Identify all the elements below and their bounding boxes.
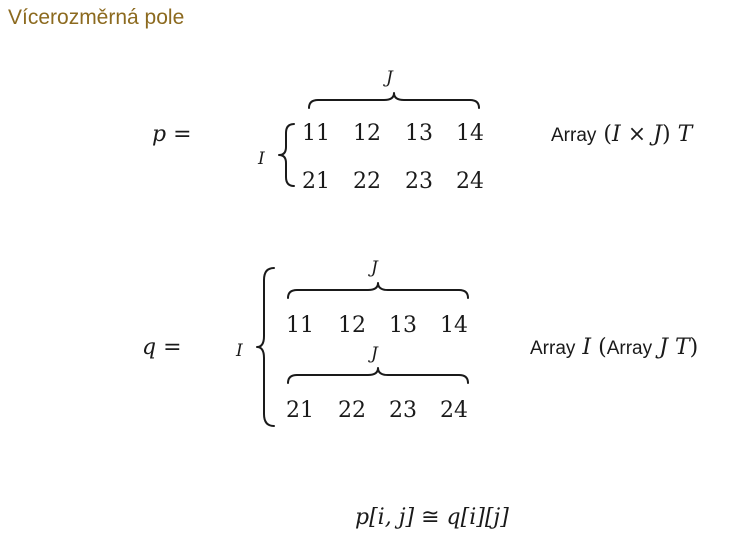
q-column-brace-2: [287, 367, 469, 384]
equivalence-left: p[i, j]: [355, 505, 415, 530]
q-row-brace: [256, 267, 275, 427]
p-row-label: I: [258, 149, 265, 169]
equivalence-right: q[i][j]: [446, 505, 509, 530]
q-type-annotation: Array I (Array J T): [530, 335, 699, 360]
q-cell: 23: [389, 398, 417, 423]
q-row-label: I: [236, 341, 243, 361]
q-cell: 24: [440, 398, 468, 423]
q-cell: 13: [389, 313, 417, 338]
q-cell: 12: [338, 313, 366, 338]
slide-title: Vícerozměrná pole: [8, 6, 185, 29]
p-row-brace: [278, 123, 295, 187]
q-cell: 14: [440, 313, 468, 338]
p-cell: 14: [456, 121, 484, 146]
q-lhs: q =: [142, 335, 182, 360]
q-column-brace-1: [287, 282, 469, 299]
p-cell: 23: [405, 169, 433, 194]
q-cell: 21: [286, 398, 314, 423]
equivalence-formula: p[i, j] ≅ q[i][j]: [355, 507, 509, 529]
q-column-label-2: J: [371, 344, 378, 364]
p-lhs: p =: [152, 122, 192, 147]
p-type-annotation: Array (I × J) T: [551, 122, 693, 147]
p-cell: 24: [456, 169, 484, 194]
p-cell: 12: [353, 121, 381, 146]
q-cell: 22: [338, 398, 366, 423]
p-column-label: J: [386, 68, 393, 88]
p-cell: 13: [405, 121, 433, 146]
equivalence-symbol: ≅: [421, 505, 440, 530]
q-cell: 11: [286, 313, 314, 338]
p-cell: 11: [302, 121, 330, 146]
q-column-label-1: J: [371, 258, 378, 278]
p-cell: 21: [302, 169, 330, 194]
p-cell: 22: [353, 169, 381, 194]
p-column-brace: [308, 92, 480, 109]
